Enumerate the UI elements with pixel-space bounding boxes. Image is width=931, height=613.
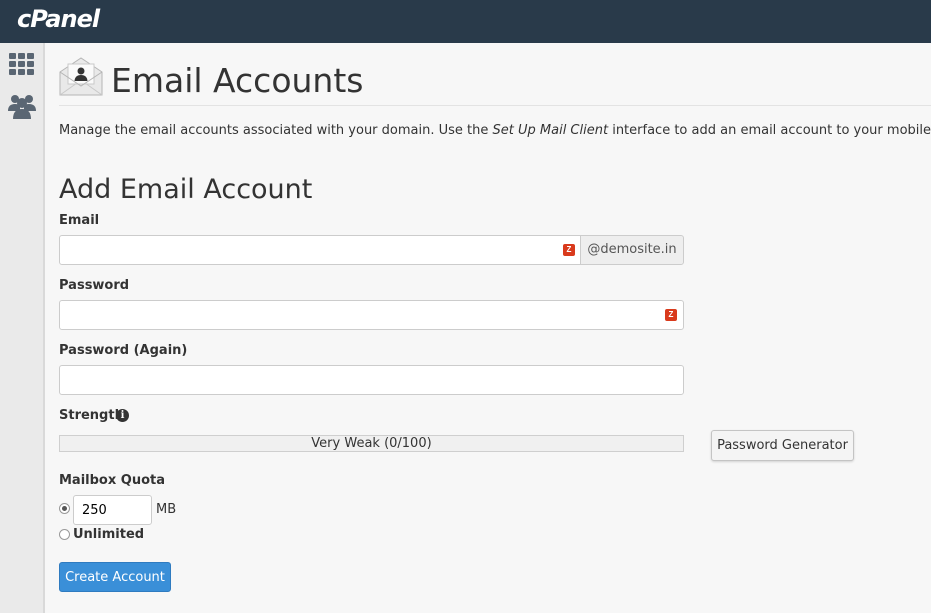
page-header: Email Accounts <box>59 53 931 107</box>
cpanel-logo[interactable]: cPanel <box>17 5 100 33</box>
quota-input[interactable] <box>73 495 152 525</box>
password-again-label: Password (Again) <box>59 343 188 358</box>
main-content: Email Accounts Manage the email accounts… <box>59 43 931 613</box>
top-bar: cPanel <box>0 0 931 43</box>
password-again-field[interactable] <box>59 365 684 395</box>
quota-unit: MB <box>156 502 177 517</box>
section-title: Add Email Account <box>59 174 313 205</box>
users-icon[interactable] <box>8 92 36 120</box>
page-description: Manage the email accounts associated wit… <box>59 123 931 138</box>
info-icon[interactable]: i <box>116 409 129 422</box>
email-label: Email <box>59 213 100 228</box>
password-manager-icon[interactable]: Z <box>563 244 575 256</box>
create-account-button[interactable]: Create Account <box>59 562 171 592</box>
set-up-mail-client-text: Set Up Mail Client <box>492 123 609 138</box>
unlimited-label[interactable]: Unlimited <box>73 527 144 542</box>
strength-text: Very Weak (0/100) <box>311 436 432 451</box>
sidebar <box>0 43 45 613</box>
password-manager-icon[interactable]: Z <box>665 309 677 321</box>
header-divider <box>59 105 931 106</box>
quota-limited-radio[interactable] <box>59 503 70 514</box>
grid-icon[interactable] <box>8 52 36 80</box>
password-field[interactable] <box>59 300 684 330</box>
email-accounts-icon <box>59 56 103 96</box>
page-title: Email Accounts <box>111 61 364 100</box>
mailbox-quota-label: Mailbox Quota <box>59 473 165 488</box>
email-field[interactable] <box>59 235 581 265</box>
password-generator-button[interactable]: Password Generator <box>711 430 854 461</box>
description-text-continued: interface to add an email account to you… <box>612 123 931 138</box>
password-label: Password <box>59 278 130 293</box>
strength-label: Strength <box>59 408 124 423</box>
email-domain-addon: @demosite.in <box>580 235 684 265</box>
password-strength-meter: Very Weak (0/100) <box>59 435 684 452</box>
quota-unlimited-radio[interactable] <box>59 529 70 540</box>
description-text: Manage the email accounts associated wit… <box>59 123 493 138</box>
